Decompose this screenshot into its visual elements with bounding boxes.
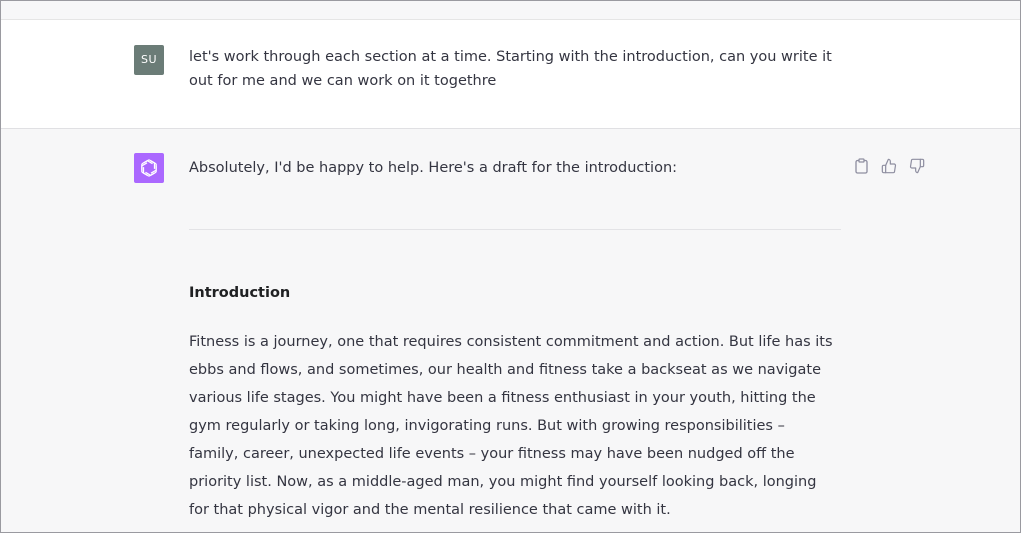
thumbs-up-icon: [881, 158, 897, 174]
chat-window: SU let's work through each section at a …: [0, 0, 1021, 533]
thumbs-down-icon: [909, 158, 925, 174]
section-heading: Introduction: [189, 285, 291, 301]
user-message-text: let's work through each section at a tim…: [189, 49, 832, 89]
divider: [189, 229, 841, 230]
introduction-paragraph: Fitness is a journey, one that requires …: [189, 334, 833, 518]
previous-message-strip: [1, 1, 1020, 20]
like-button[interactable]: [880, 157, 898, 175]
clipboard-icon: [854, 158, 868, 174]
copy-button[interactable]: [852, 157, 870, 175]
openai-logo-icon: [141, 159, 157, 177]
message-actions: [852, 157, 926, 175]
user-message: SU let's work through each section at a …: [1, 20, 1020, 129]
assistant-intro-text: Absolutely, I'd be happy to help. Here's…: [189, 160, 678, 176]
assistant-avatar: [134, 153, 164, 183]
assistant-message: Absolutely, I'd be happy to help. Here's…: [1, 129, 1020, 532]
user-avatar: SU: [134, 45, 164, 75]
dislike-button[interactable]: [908, 157, 926, 175]
